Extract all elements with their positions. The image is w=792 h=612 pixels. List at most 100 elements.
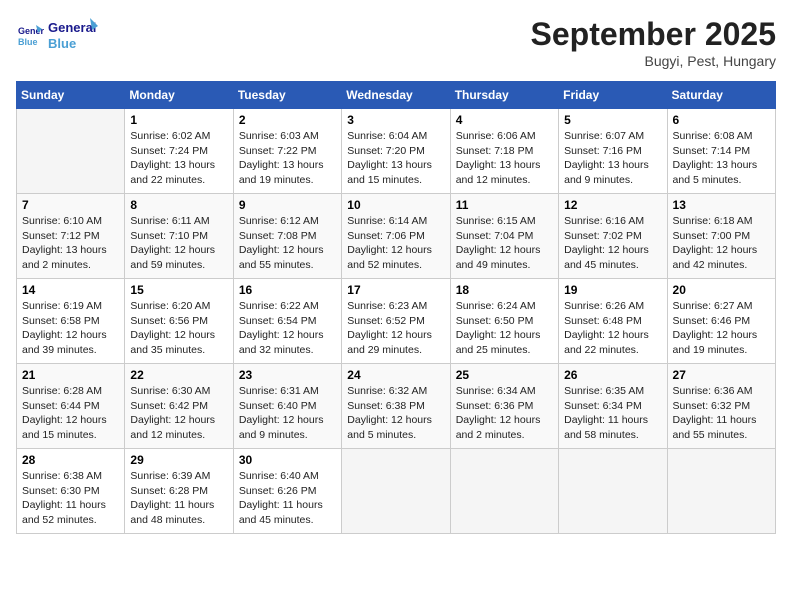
table-row: 20 Sunrise: 6:27 AM Sunset: 6:46 PM Dayli…: [667, 279, 775, 364]
col-thursday: Thursday: [450, 82, 558, 109]
location: Bugyi, Pest, Hungary: [531, 53, 776, 69]
cell-content: Sunrise: 6:36 AM Sunset: 6:32 PM Dayligh…: [673, 384, 770, 443]
page-header: General Blue General Blue September 2025…: [16, 16, 776, 69]
day-number: 13: [673, 198, 770, 212]
day-number: 18: [456, 283, 553, 297]
day-number: 15: [130, 283, 227, 297]
day-number: 5: [564, 113, 661, 127]
day-number: 27: [673, 368, 770, 382]
col-friday: Friday: [559, 82, 667, 109]
table-row: 23 Sunrise: 6:31 AM Sunset: 6:40 PM Dayli…: [233, 364, 341, 449]
day-number: 23: [239, 368, 336, 382]
calendar-week-row: 1 Sunrise: 6:02 AM Sunset: 7:24 PM Daylig…: [17, 109, 776, 194]
table-row: 16 Sunrise: 6:22 AM Sunset: 6:54 PM Dayli…: [233, 279, 341, 364]
col-wednesday: Wednesday: [342, 82, 450, 109]
cell-content: Sunrise: 6:07 AM Sunset: 7:16 PM Dayligh…: [564, 129, 661, 188]
day-number: 24: [347, 368, 444, 382]
cell-content: Sunrise: 6:10 AM Sunset: 7:12 PM Dayligh…: [22, 214, 119, 273]
cell-content: Sunrise: 6:34 AM Sunset: 6:36 PM Dayligh…: [456, 384, 553, 443]
col-sunday: Sunday: [17, 82, 125, 109]
day-number: 17: [347, 283, 444, 297]
col-monday: Monday: [125, 82, 233, 109]
day-number: 4: [456, 113, 553, 127]
table-row: 13 Sunrise: 6:18 AM Sunset: 7:00 PM Dayli…: [667, 194, 775, 279]
table-row: 21Sunrise: 6:28 AM Sunset: 6:44 PM Dayli…: [17, 364, 125, 449]
cell-content: Sunrise: 6:22 AM Sunset: 6:54 PM Dayligh…: [239, 299, 336, 358]
table-row: 1 Sunrise: 6:02 AM Sunset: 7:24 PM Daylig…: [125, 109, 233, 194]
cell-content: Sunrise: 6:06 AM Sunset: 7:18 PM Dayligh…: [456, 129, 553, 188]
cell-content: Sunrise: 6:39 AM Sunset: 6:28 PM Dayligh…: [130, 469, 227, 528]
table-row: 12 Sunrise: 6:16 AM Sunset: 7:02 PM Dayli…: [559, 194, 667, 279]
cell-content: Sunrise: 6:03 AM Sunset: 7:22 PM Dayligh…: [239, 129, 336, 188]
cell-content: Sunrise: 6:08 AM Sunset: 7:14 PM Dayligh…: [673, 129, 770, 188]
day-number: 25: [456, 368, 553, 382]
table-row: [342, 449, 450, 534]
day-number: 12: [564, 198, 661, 212]
day-number: 29: [130, 453, 227, 467]
col-tuesday: Tuesday: [233, 82, 341, 109]
svg-text:General: General: [18, 26, 44, 36]
day-number: 8: [130, 198, 227, 212]
logo-graphic: General Blue: [48, 16, 98, 54]
cell-content: Sunrise: 6:12 AM Sunset: 7:08 PM Dayligh…: [239, 214, 336, 273]
day-number: 9: [239, 198, 336, 212]
cell-content: Sunrise: 6:04 AM Sunset: 7:20 PM Dayligh…: [347, 129, 444, 188]
day-number: 1: [130, 113, 227, 127]
cell-content: Sunrise: 6:31 AM Sunset: 6:40 PM Dayligh…: [239, 384, 336, 443]
day-number: 19: [564, 283, 661, 297]
day-number: 14: [22, 283, 119, 297]
logo-icon: General Blue: [16, 21, 44, 49]
day-number: 20: [673, 283, 770, 297]
table-row: 25 Sunrise: 6:34 AM Sunset: 6:36 PM Dayli…: [450, 364, 558, 449]
day-number: 16: [239, 283, 336, 297]
table-row: 11 Sunrise: 6:15 AM Sunset: 7:04 PM Dayli…: [450, 194, 558, 279]
table-row: 3 Sunrise: 6:04 AM Sunset: 7:20 PM Daylig…: [342, 109, 450, 194]
calendar-table: Sunday Monday Tuesday Wednesday Thursday…: [16, 81, 776, 534]
table-row: 14Sunrise: 6:19 AM Sunset: 6:58 PM Dayli…: [17, 279, 125, 364]
table-row: 27 Sunrise: 6:36 AM Sunset: 6:32 PM Dayli…: [667, 364, 775, 449]
cell-content: Sunrise: 6:18 AM Sunset: 7:00 PM Dayligh…: [673, 214, 770, 273]
table-row: 9 Sunrise: 6:12 AM Sunset: 7:08 PM Daylig…: [233, 194, 341, 279]
cell-content: Sunrise: 6:35 AM Sunset: 6:34 PM Dayligh…: [564, 384, 661, 443]
svg-text:Blue: Blue: [18, 37, 38, 47]
table-row: 19Sunrise: 6:26 AM Sunset: 6:48 PM Dayli…: [559, 279, 667, 364]
logo: General Blue General Blue: [16, 16, 98, 54]
day-number: 3: [347, 113, 444, 127]
table-row: 28 Sunrise: 6:38 AM Sunset: 6:30 PM Dayli…: [17, 449, 125, 534]
calendar-week-row: 14Sunrise: 6:19 AM Sunset: 6:58 PM Dayli…: [17, 279, 776, 364]
day-number: 30: [239, 453, 336, 467]
svg-text:General: General: [48, 20, 96, 35]
table-row: [559, 449, 667, 534]
cell-content: Sunrise: 6:02 AM Sunset: 7:24 PM Dayligh…: [130, 129, 227, 188]
cell-content: Sunrise: 6:38 AM Sunset: 6:30 PM Dayligh…: [22, 469, 119, 528]
table-row: 7Sunrise: 6:10 AM Sunset: 7:12 PM Daylig…: [17, 194, 125, 279]
title-block: September 2025 Bugyi, Pest, Hungary: [531, 16, 776, 69]
table-row: 22Sunrise: 6:30 AM Sunset: 6:42 PM Dayli…: [125, 364, 233, 449]
table-row: 17Sunrise: 6:23 AM Sunset: 6:52 PM Dayli…: [342, 279, 450, 364]
table-row: 8 Sunrise: 6:11 AM Sunset: 7:10 PM Daylig…: [125, 194, 233, 279]
cell-content: Sunrise: 6:11 AM Sunset: 7:10 PM Dayligh…: [130, 214, 227, 273]
table-row: 15Sunrise: 6:20 AM Sunset: 6:56 PM Dayli…: [125, 279, 233, 364]
table-row: [450, 449, 558, 534]
cell-content: Sunrise: 6:15 AM Sunset: 7:04 PM Dayligh…: [456, 214, 553, 273]
table-row: 2Sunrise: 6:03 AM Sunset: 7:22 PM Daylig…: [233, 109, 341, 194]
svg-text:Blue: Blue: [48, 36, 76, 51]
table-row: 30 Sunrise: 6:40 AM Sunset: 6:26 PM Dayli…: [233, 449, 341, 534]
day-number: 26: [564, 368, 661, 382]
day-number: 28: [22, 453, 119, 467]
month-title: September 2025: [531, 16, 776, 53]
cell-content: Sunrise: 6:27 AM Sunset: 6:46 PM Dayligh…: [673, 299, 770, 358]
day-number: 22: [130, 368, 227, 382]
cell-content: Sunrise: 6:16 AM Sunset: 7:02 PM Dayligh…: [564, 214, 661, 273]
cell-content: Sunrise: 6:24 AM Sunset: 6:50 PM Dayligh…: [456, 299, 553, 358]
calendar-header-row: Sunday Monday Tuesday Wednesday Thursday…: [17, 82, 776, 109]
day-number: 21: [22, 368, 119, 382]
table-row: [17, 109, 125, 194]
cell-content: Sunrise: 6:40 AM Sunset: 6:26 PM Dayligh…: [239, 469, 336, 528]
day-number: 11: [456, 198, 553, 212]
calendar-week-row: 7Sunrise: 6:10 AM Sunset: 7:12 PM Daylig…: [17, 194, 776, 279]
cell-content: Sunrise: 6:32 AM Sunset: 6:38 PM Dayligh…: [347, 384, 444, 443]
table-row: [667, 449, 775, 534]
cell-content: Sunrise: 6:14 AM Sunset: 7:06 PM Dayligh…: [347, 214, 444, 273]
col-saturday: Saturday: [667, 82, 775, 109]
